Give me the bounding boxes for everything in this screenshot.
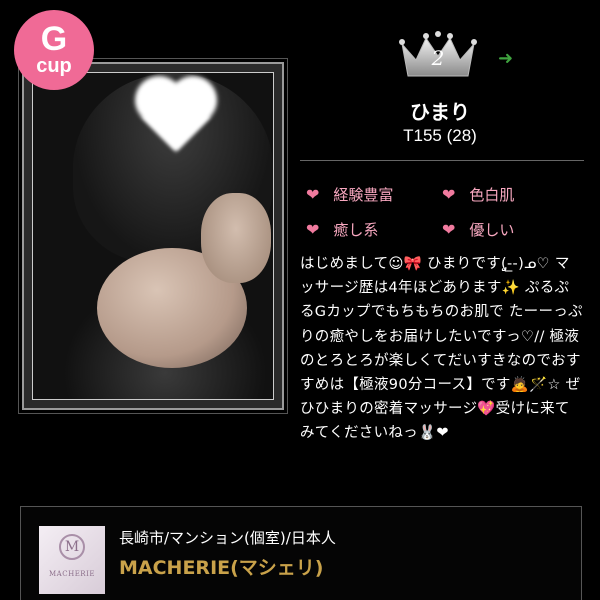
shop-link[interactable]: M MACHERIE 長崎市/マンション(個室)/日本人 MACHERIE(マシ… [20,506,582,600]
shop-logo-label: MACHERIE [49,570,95,578]
tag-item: ❤ 癒し系 [306,219,378,240]
shop-logo-initial: M [59,534,85,560]
divider [300,160,584,161]
heart-icon: ❤ [442,185,456,204]
tag-item: ❤ 優しい [442,219,514,240]
cast-profile-card[interactable]: G cup 2 ➜ ひまり T155 (28) ❤ 経験豊富 ❤ 色白肌 ❤ 癒… [0,0,600,600]
photo-hand [201,193,271,283]
face-cover-heart-icon [131,73,221,153]
shop-name[interactable]: MACHERIE(マシェリ) [119,553,323,580]
cup-size-badge: G cup [14,10,94,90]
tag-item: ❤ 経験豊富 [306,184,393,205]
photo-image [32,72,274,400]
heart-icon: ❤ [306,220,320,239]
shop-logo: M MACHERIE [39,526,105,594]
cast-name[interactable]: ひまり [300,96,580,125]
profile-photo[interactable] [18,58,288,414]
cup-unit: cup [36,55,72,77]
cast-stats: T155 (28) [403,126,477,145]
tag-label: 経験豊富 [333,186,394,204]
tag-label: 優しい [469,221,515,239]
cup-letter: G [40,20,68,58]
shop-area: 長崎市/マンション(個室)/日本人 [119,529,336,547]
tag-item: ❤ 色白肌 [442,184,514,205]
arrow-right-icon: ➜ [498,48,514,69]
tag-label: 癒し系 [333,221,379,239]
tag-label: 色白肌 [469,186,515,204]
rank-number: 2 [431,46,445,70]
profile-description: はじめまして☺🎀 ひまりです(̨̡‑̲‑)ᓄ♡ マッサージ歴は4年ほどあります✨… [300,256,583,442]
heart-icon: ❤ [442,220,456,239]
heart-icon: ❤ [306,185,320,204]
